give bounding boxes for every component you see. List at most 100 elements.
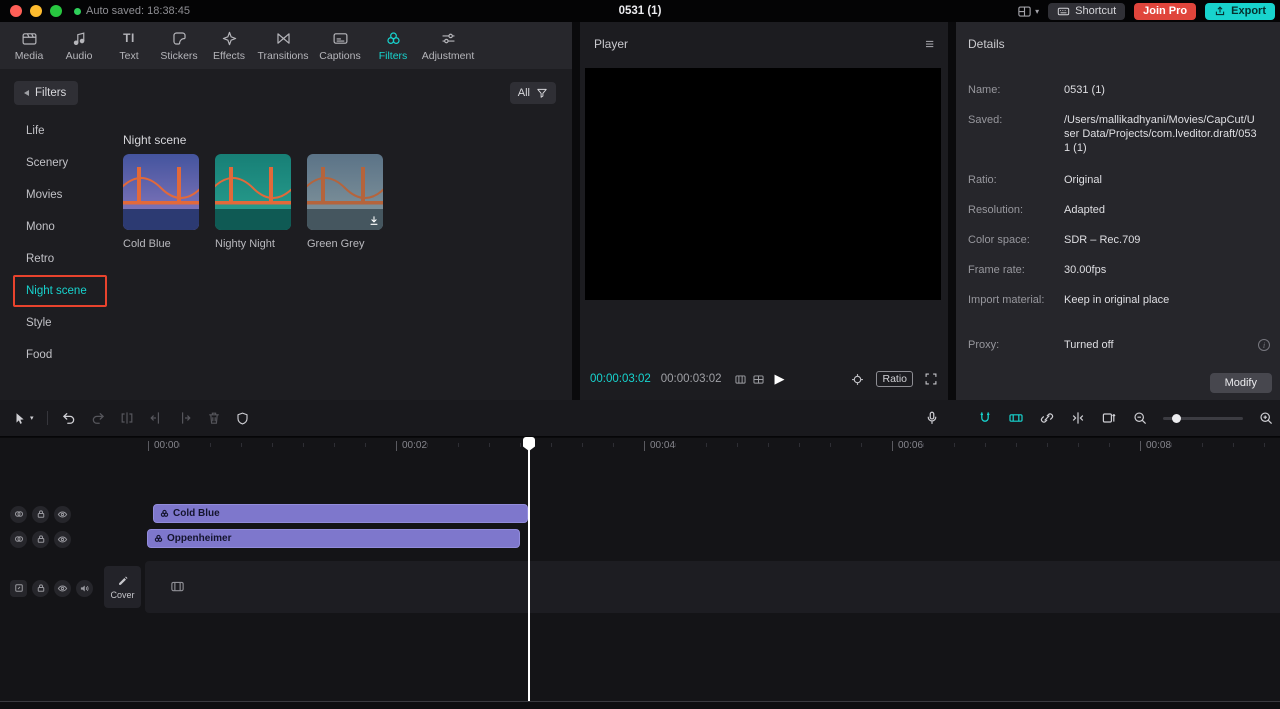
filters-sidebar-header[interactable]: Filters [14, 81, 79, 105]
join-pro-button[interactable]: Join Pro [1134, 2, 1197, 20]
tab-stickers[interactable]: Stickers [154, 30, 204, 62]
export-button[interactable]: Export [1205, 2, 1275, 20]
eye-icon[interactable] [54, 530, 71, 548]
ruler-label: 00:00 [148, 441, 179, 451]
track-height-icon[interactable] [1101, 410, 1117, 426]
section-title: Night scene [123, 133, 187, 147]
auto-pack-toggle-icon[interactable] [1008, 410, 1024, 426]
cover-button[interactable]: Cover [104, 566, 141, 608]
filter-thumbnail[interactable] [215, 154, 291, 230]
split-button[interactable] [119, 410, 135, 426]
record-voiceover-icon[interactable] [924, 410, 940, 426]
delete-button[interactable] [206, 410, 222, 426]
clip-oppenheimer[interactable]: Oppenheimer [147, 529, 520, 548]
sidebar-item-food[interactable]: Food [0, 339, 112, 371]
ruler-label: 00:02 [396, 441, 427, 451]
maximize-window-button[interactable] [50, 5, 62, 17]
video-preview[interactable] [585, 68, 941, 300]
zoom-out-icon[interactable] [1132, 410, 1148, 426]
sidebar-item-retro[interactable]: Retro [0, 243, 112, 275]
zoom-in-icon[interactable] [1258, 410, 1274, 426]
snapping-toggle-icon[interactable] [977, 410, 993, 426]
sidebar-item-label: Mono [26, 221, 55, 233]
lock-icon[interactable] [32, 579, 49, 597]
redo-button[interactable] [90, 410, 106, 426]
field-label: Resolution: [968, 204, 1024, 216]
tab-audio[interactable]: Audio [54, 30, 104, 62]
preview-axis-icon[interactable] [1070, 410, 1086, 426]
ruler-label: 00:08 [1140, 441, 1171, 451]
eye-icon[interactable] [54, 505, 71, 523]
lock-icon[interactable] [32, 505, 49, 523]
fit-preview-icon[interactable] [850, 372, 865, 387]
main-video-track[interactable] [145, 561, 1280, 613]
play-button[interactable]: ▶ [775, 371, 785, 387]
delete-left-button[interactable] [148, 410, 164, 426]
filter-card-cold-blue[interactable]: Cold Blue [123, 154, 199, 250]
playhead-line[interactable] [528, 438, 530, 701]
filter-card-nighty-night[interactable]: Nighty Night [215, 154, 291, 250]
media-placeholder-icon [170, 579, 185, 594]
undo-button[interactable] [61, 410, 77, 426]
shortcut-button-label: Shortcut [1075, 5, 1117, 17]
filter-card-green-grey[interactable]: Green Grey [307, 154, 383, 250]
fullscreen-icon[interactable] [924, 372, 938, 386]
tab-captions[interactable]: Captions [312, 30, 368, 62]
field-label: Frame rate: [968, 264, 1025, 276]
zoom-slider-handle[interactable] [1172, 413, 1181, 423]
details-title: Details [968, 37, 1005, 51]
sidebar-item-movies[interactable]: Movies [0, 179, 112, 211]
link-clips-icon[interactable] [1039, 410, 1055, 426]
modify-button[interactable]: Modify [1209, 373, 1272, 393]
timeline[interactable]: 00:00 00:02 00:04 00:06 00:08 Cover Cold… [0, 437, 1280, 709]
tab-adjustment[interactable]: Adjustment [418, 30, 478, 62]
filter-thumbnail[interactable] [123, 154, 199, 230]
main-track-icon[interactable] [10, 579, 27, 597]
sidebar-item-night-scene[interactable]: Night scene [0, 275, 112, 307]
tab-label: Stickers [160, 49, 198, 62]
ratio-button[interactable]: Ratio [876, 371, 913, 387]
frame-grid-icon[interactable] [752, 373, 765, 386]
shortcut-button[interactable]: Shortcut [1048, 2, 1126, 20]
tab-label: Transitions [257, 49, 309, 62]
join-pro-label: Join Pro [1143, 5, 1188, 17]
overlay-track-icon[interactable] [10, 505, 27, 523]
player-controls: 00:00:03:02 00:00:03:02 ▶ Ratio [580, 358, 948, 400]
delete-right-button[interactable] [177, 410, 193, 426]
mask-button[interactable] [235, 411, 250, 426]
effects-icon [221, 30, 238, 47]
horizontal-scrollbar[interactable] [0, 701, 1280, 709]
tab-effects[interactable]: Effects [204, 30, 254, 62]
tab-transitions[interactable]: Transitions [254, 30, 312, 62]
layout-switch-button[interactable]: ▾ [1017, 4, 1039, 19]
sidebar-header-label: Filters [35, 87, 67, 99]
export-icon [1214, 5, 1226, 17]
sidebar-item-life[interactable]: Life [0, 115, 112, 147]
sidebar-item-scenery[interactable]: Scenery [0, 147, 112, 179]
field-name: Name: 0531 (1) [968, 83, 1270, 97]
eye-icon[interactable] [54, 579, 71, 597]
field-label: Ratio: [968, 174, 997, 186]
speaker-icon[interactable] [76, 579, 93, 597]
clip-cold-blue[interactable]: Cold Blue [153, 504, 528, 523]
tab-media[interactable]: Media [4, 30, 54, 62]
close-window-button[interactable] [10, 5, 22, 17]
sidebar-item-mono[interactable]: Mono [0, 211, 112, 243]
lock-icon[interactable] [32, 530, 49, 548]
tab-filters[interactable]: Filters [368, 30, 418, 62]
media-tabstrip: Media Audio TI Text Stickers Effects Tra… [0, 22, 572, 69]
minimize-window-button[interactable] [30, 5, 42, 17]
frame-view-icon[interactable] [734, 373, 747, 386]
filter-thumbnail[interactable] [307, 154, 383, 230]
timeline-ruler[interactable]: 00:00 00:02 00:04 00:06 00:08 [100, 438, 1280, 454]
tab-text[interactable]: TI Text [104, 30, 154, 62]
tab-label: Audio [65, 49, 93, 62]
player-menu-icon[interactable]: ≡ [925, 36, 934, 53]
sidebar-item-style[interactable]: Style [0, 307, 112, 339]
all-filter-button[interactable]: All [509, 82, 556, 104]
select-tool-button[interactable]: ▾ [12, 411, 34, 426]
filter-name: Green Grey [307, 238, 365, 250]
overlay-track-icon[interactable] [10, 530, 27, 548]
info-icon[interactable]: i [1258, 339, 1270, 351]
timeline-zoom-slider[interactable] [1163, 413, 1243, 423]
